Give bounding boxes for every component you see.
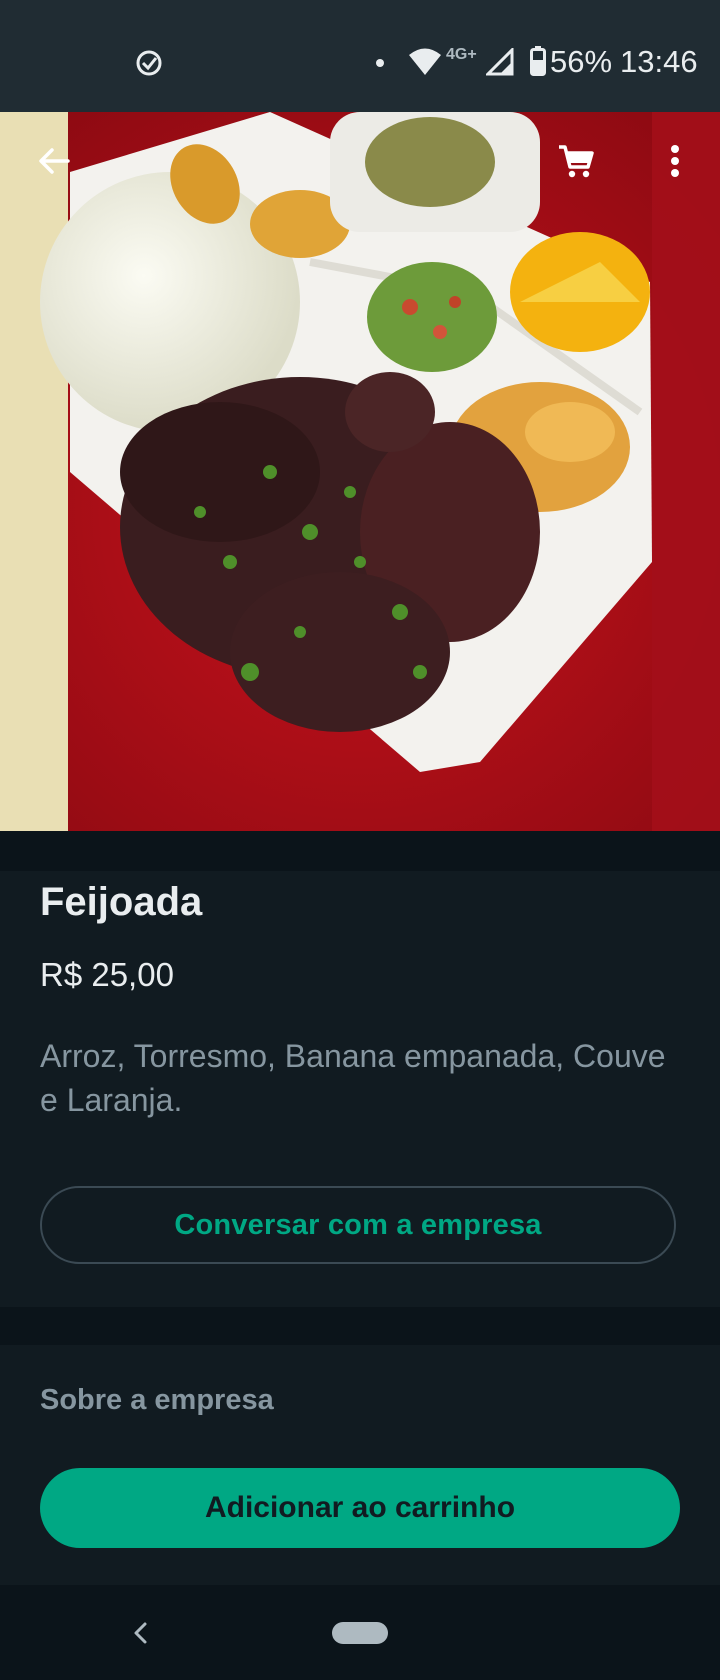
chat-with-business-button[interactable]: Conversar com a empresa xyxy=(40,1186,676,1264)
divider xyxy=(0,1307,720,1345)
shopping-cart-icon xyxy=(559,145,594,178)
battery-percent: 56% xyxy=(550,44,613,79)
network-type: 4G+ xyxy=(446,46,477,63)
cart-button[interactable] xyxy=(544,129,608,193)
food-photo xyxy=(0,112,720,831)
wifi-icon xyxy=(409,48,441,75)
check-circle-icon xyxy=(136,50,162,76)
product-price: R$ 25,00 xyxy=(40,956,174,993)
battery-icon xyxy=(530,46,546,76)
about-business-label: Sobre a empresa xyxy=(40,1384,274,1416)
notification-dot-icon xyxy=(376,59,384,67)
divider xyxy=(0,831,720,871)
more-options-button[interactable] xyxy=(643,129,707,193)
add-to-cart-button[interactable]: Adicionar ao carrinho xyxy=(40,1468,680,1548)
back-button[interactable] xyxy=(22,129,86,193)
more-vert-icon xyxy=(671,145,679,177)
product-image[interactable] xyxy=(0,112,720,831)
arrow-back-icon xyxy=(39,148,70,174)
status-bar: 4G+ 56% 13:46 xyxy=(0,0,720,112)
product-description: Arroz, Torresmo, Banana empanada, Couve … xyxy=(40,1038,666,1118)
product-title: Feijoada xyxy=(40,880,203,924)
signal-icon xyxy=(486,48,514,76)
nav-back-icon[interactable] xyxy=(126,1618,156,1648)
clock: 13:46 xyxy=(620,44,698,79)
nav-home-pill[interactable] xyxy=(332,1622,388,1644)
